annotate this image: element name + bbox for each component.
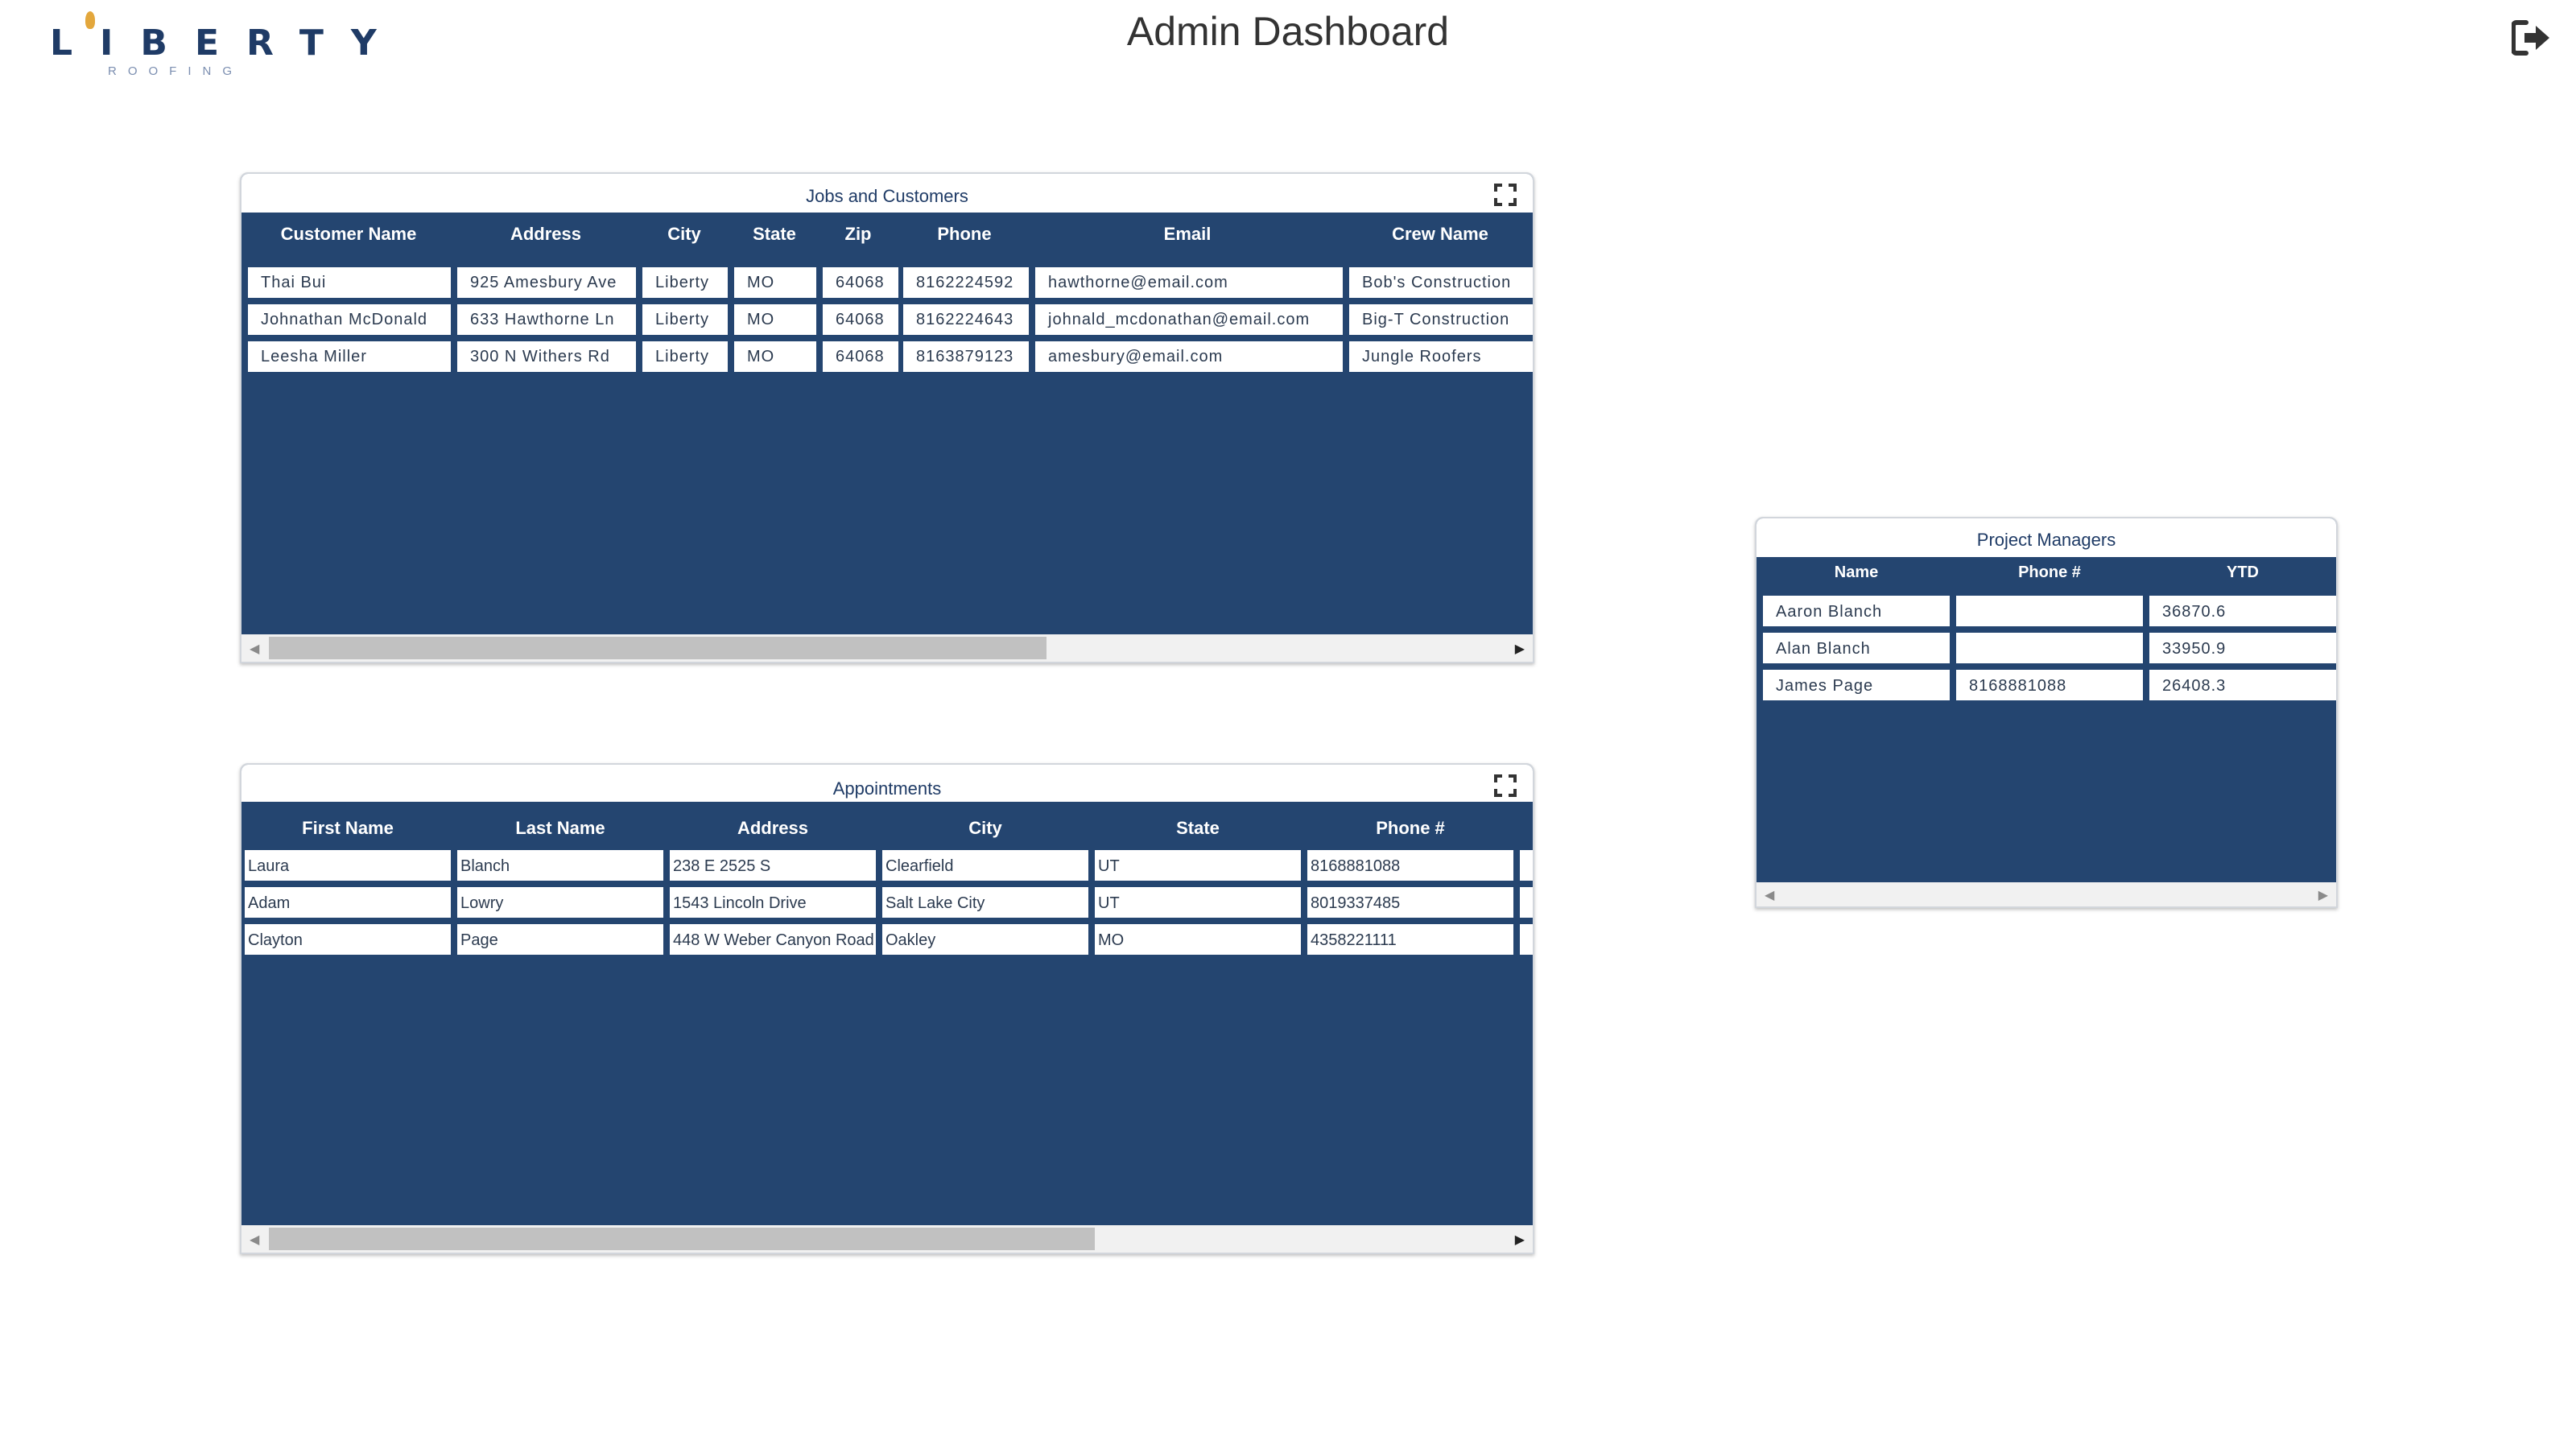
panel-title: Project Managers: [1757, 518, 2336, 557]
scroll-left-icon[interactable]: ◀: [250, 641, 259, 657]
column-header: City: [968, 818, 1002, 838]
table-cell[interactable]: 238 E 2525 S: [670, 850, 876, 881]
table-cell[interactable]: Page: [457, 924, 663, 955]
column-header: YTD: [2227, 564, 2259, 581]
table-cell[interactable]: 300 N Withers Rd: [457, 341, 636, 372]
table-cell[interactable]: Liberty: [642, 304, 728, 335]
table-cell[interactable]: Alan Blanch: [1763, 633, 1950, 663]
horizontal-scrollbar[interactable]: ◀ ▶: [1757, 882, 2336, 906]
scroll-right-icon[interactable]: ▶: [1515, 1232, 1525, 1248]
table-cell[interactable]: UT: [1095, 887, 1301, 918]
column-header: City: [667, 224, 701, 244]
table-cell[interactable]: Clayton: [245, 924, 451, 955]
fullscreen-icon[interactable]: [1494, 184, 1517, 206]
horizontal-scrollbar[interactable]: ◀ ▶: [242, 634, 1533, 662]
table-cell[interactable]: Adam: [245, 887, 451, 918]
horizontal-scrollbar[interactable]: ◀ ▶: [242, 1225, 1533, 1253]
table-cell[interactable]: 1543 Lincoln Drive: [670, 887, 876, 918]
table-cell[interactable]: UT: [1095, 850, 1301, 881]
column-header: State: [1176, 818, 1220, 838]
table-cell[interactable]: Bob's Construction: [1349, 267, 1533, 298]
jobs-and-customers-panel: Jobs and Customers Customer Name Address…: [240, 172, 1534, 663]
table-cell[interactable]: 26408.3: [2149, 670, 2336, 700]
liberty-roofing-logo: LIBERTY ROOFING: [50, 11, 377, 80]
panel-title: Jobs and Customers: [242, 174, 1533, 213]
table-header: Name Phone # YTD: [1757, 564, 2336, 588]
table-cell[interactable]: [1956, 633, 2143, 663]
table-cell[interactable]: 925 Amesbury Ave: [457, 267, 636, 298]
table-cell: [1520, 924, 1533, 955]
table-cell[interactable]: 64068: [823, 267, 898, 298]
table-cell[interactable]: johnald_mcdonathan@email.com: [1035, 304, 1343, 335]
logo-subtext: ROOFING: [108, 64, 243, 78]
table-cell[interactable]: 633 Hawthorne Ln: [457, 304, 636, 335]
table-cell[interactable]: MO: [734, 341, 816, 372]
table-cell[interactable]: Thai Bui: [248, 267, 451, 298]
scroll-left-icon[interactable]: ◀: [1765, 887, 1774, 903]
scrollbar-thumb[interactable]: [269, 637, 1046, 659]
table-cell[interactable]: 8168881088: [1956, 670, 2143, 700]
table-cell[interactable]: 4358221111: [1307, 924, 1513, 955]
table-cell[interactable]: Johnathan McDonald: [248, 304, 451, 335]
column-header: Phone #: [2018, 564, 2081, 581]
table-cell[interactable]: Aaron Blanch: [1763, 596, 1950, 626]
table-cell[interactable]: 448 W Weber Canyon Road: [670, 924, 876, 955]
column-header: Address: [510, 224, 582, 244]
column-header: Crew Name: [1392, 224, 1488, 244]
table-cell[interactable]: Lowry: [457, 887, 663, 918]
table-cell[interactable]: 8163879123: [903, 341, 1029, 372]
table-cell[interactable]: 8162224643: [903, 304, 1029, 335]
table-cell[interactable]: 8168881088: [1307, 850, 1513, 881]
table-cell[interactable]: 33950.9: [2149, 633, 2336, 663]
panel-title: Appointments: [242, 765, 1533, 802]
table-cell[interactable]: 64068: [823, 341, 898, 372]
logo-text: LIBERTY: [50, 23, 404, 64]
fullscreen-icon[interactable]: [1494, 774, 1517, 797]
column-header: Address: [737, 818, 809, 838]
column-header: State: [753, 224, 796, 244]
table-cell[interactable]: 8019337485: [1307, 887, 1513, 918]
column-header: Phone: [937, 224, 992, 244]
table-cell[interactable]: Liberty: [642, 341, 728, 372]
scroll-left-icon[interactable]: ◀: [250, 1232, 259, 1248]
table-cell[interactable]: 36870.6: [2149, 596, 2336, 626]
table-cell[interactable]: [1956, 596, 2143, 626]
page-title: Admin Dashboard: [1126, 9, 1450, 54]
table-header: First Name Last Name Address City State …: [242, 818, 1533, 842]
table-cell[interactable]: Liberty: [642, 267, 728, 298]
table-cell[interactable]: Clearfield: [882, 850, 1088, 881]
table-cell[interactable]: Blanch: [457, 850, 663, 881]
table-header: Customer Name Address City State Zip Pho…: [242, 224, 1533, 248]
table-cell[interactable]: amesbury@email.com: [1035, 341, 1343, 372]
table-cell[interactable]: MO: [1095, 924, 1301, 955]
column-header: First Name: [302, 818, 394, 838]
column-header: Phone #: [1376, 818, 1445, 838]
table-cell[interactable]: 8162224592: [903, 267, 1029, 298]
column-header: Customer Name: [280, 224, 417, 244]
table-cell[interactable]: Salt Lake City: [882, 887, 1088, 918]
table-cell[interactable]: Big-T Construction: [1349, 304, 1533, 335]
scroll-right-icon[interactable]: ▶: [2318, 887, 2328, 903]
table-cell[interactable]: James Page: [1763, 670, 1950, 700]
column-header: Zip: [844, 224, 872, 244]
column-header: Last Name: [515, 818, 605, 838]
table-cell[interactable]: Jungle Roofers: [1349, 341, 1533, 372]
table-cell[interactable]: Oakley: [882, 924, 1088, 955]
scroll-right-icon[interactable]: ▶: [1515, 641, 1525, 657]
table-cell[interactable]: Laura: [245, 850, 451, 881]
column-header: Name: [1834, 564, 1879, 581]
scrollbar-thumb[interactable]: [269, 1228, 1095, 1250]
table-cell: [1520, 850, 1533, 881]
appointments-panel: Appointments First Name Last Name Addres…: [240, 763, 1534, 1254]
table-cell[interactable]: MO: [734, 304, 816, 335]
logout-icon[interactable]: [2511, 19, 2552, 56]
table-cell[interactable]: MO: [734, 267, 816, 298]
table-cell[interactable]: 64068: [823, 304, 898, 335]
table-cell[interactable]: hawthorne@email.com: [1035, 267, 1343, 298]
project-managers-panel: Project Managers Name Phone # YTD Aaron …: [1755, 517, 2338, 908]
table-cell: [1520, 887, 1533, 918]
column-header: Email: [1163, 224, 1212, 244]
table-cell[interactable]: Leesha Miller: [248, 341, 451, 372]
